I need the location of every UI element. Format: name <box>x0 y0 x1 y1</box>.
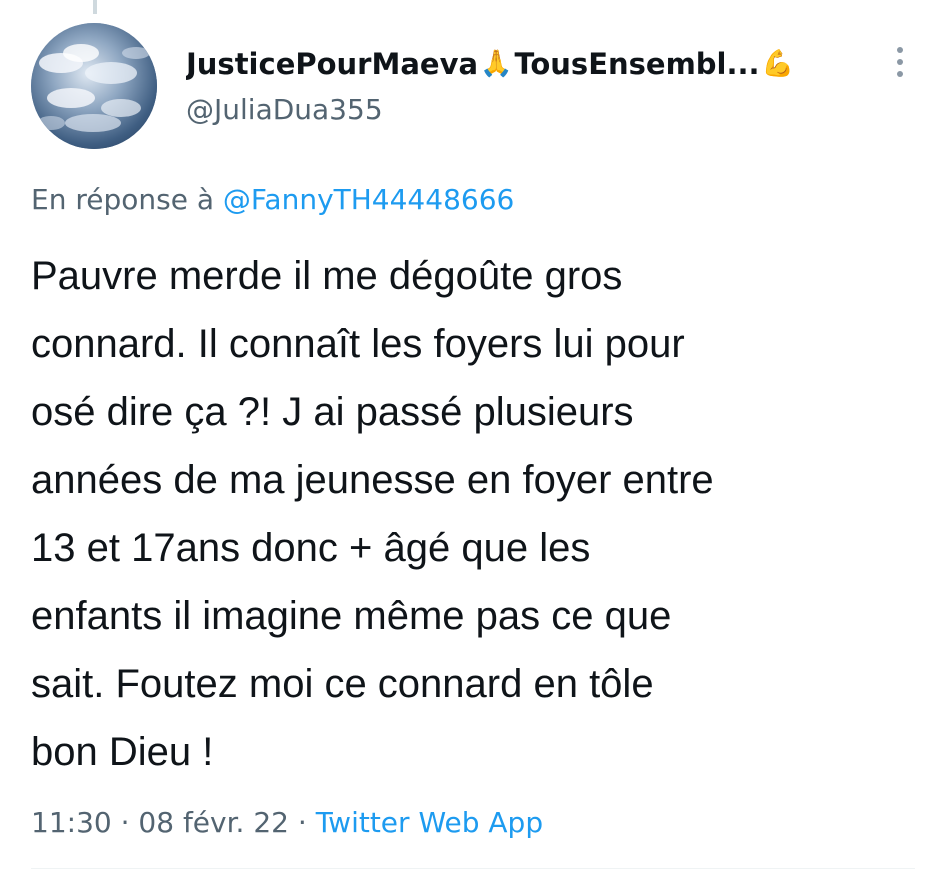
display-name[interactable]: JusticePourMaeva 🙏 TousEnsembl... 💪 <box>186 44 826 84</box>
more-vertical-icon <box>897 47 903 53</box>
reply-mention-link[interactable]: @FannyTH44448666 <box>223 183 514 216</box>
display-name-suffix: TousEnsembl... <box>514 47 760 81</box>
user-handle[interactable]: @JuliaDua355 <box>186 92 826 128</box>
tweet-text: Pauvre merde il me dégoûte gros connard.… <box>31 254 714 774</box>
divider <box>31 868 915 869</box>
praying-hands-emoji-icon: 🙏 <box>480 49 513 79</box>
reply-context: En réponse à @FannyTH44448666 <box>31 181 514 219</box>
tweet-date[interactable]: 08 févr. 22 <box>138 806 289 839</box>
tweet-time[interactable]: 11:30 <box>31 806 112 839</box>
tweet-metadata: 11:30 · 08 févr. 22 · Twitter Web App <box>31 804 543 842</box>
tweet-source-link[interactable]: Twitter Web App <box>316 806 543 839</box>
more-vertical-icon-dot <box>897 59 903 65</box>
avatar-image <box>31 23 157 149</box>
meta-separator: · <box>297 806 307 839</box>
thread-connector-line <box>93 0 97 14</box>
avatar[interactable] <box>31 23 157 149</box>
tweet-header: JusticePourMaeva 🙏 TousEnsembl... 💪 @Jul… <box>186 44 826 128</box>
flexed-biceps-emoji-icon: 💪 <box>761 49 794 79</box>
reply-prefix: En réponse à <box>31 183 214 216</box>
meta-separator: · <box>120 806 130 839</box>
display-name-text: JusticePourMaeva <box>186 47 479 81</box>
more-options-button[interactable] <box>885 40 915 84</box>
more-vertical-icon-dot <box>897 71 903 77</box>
